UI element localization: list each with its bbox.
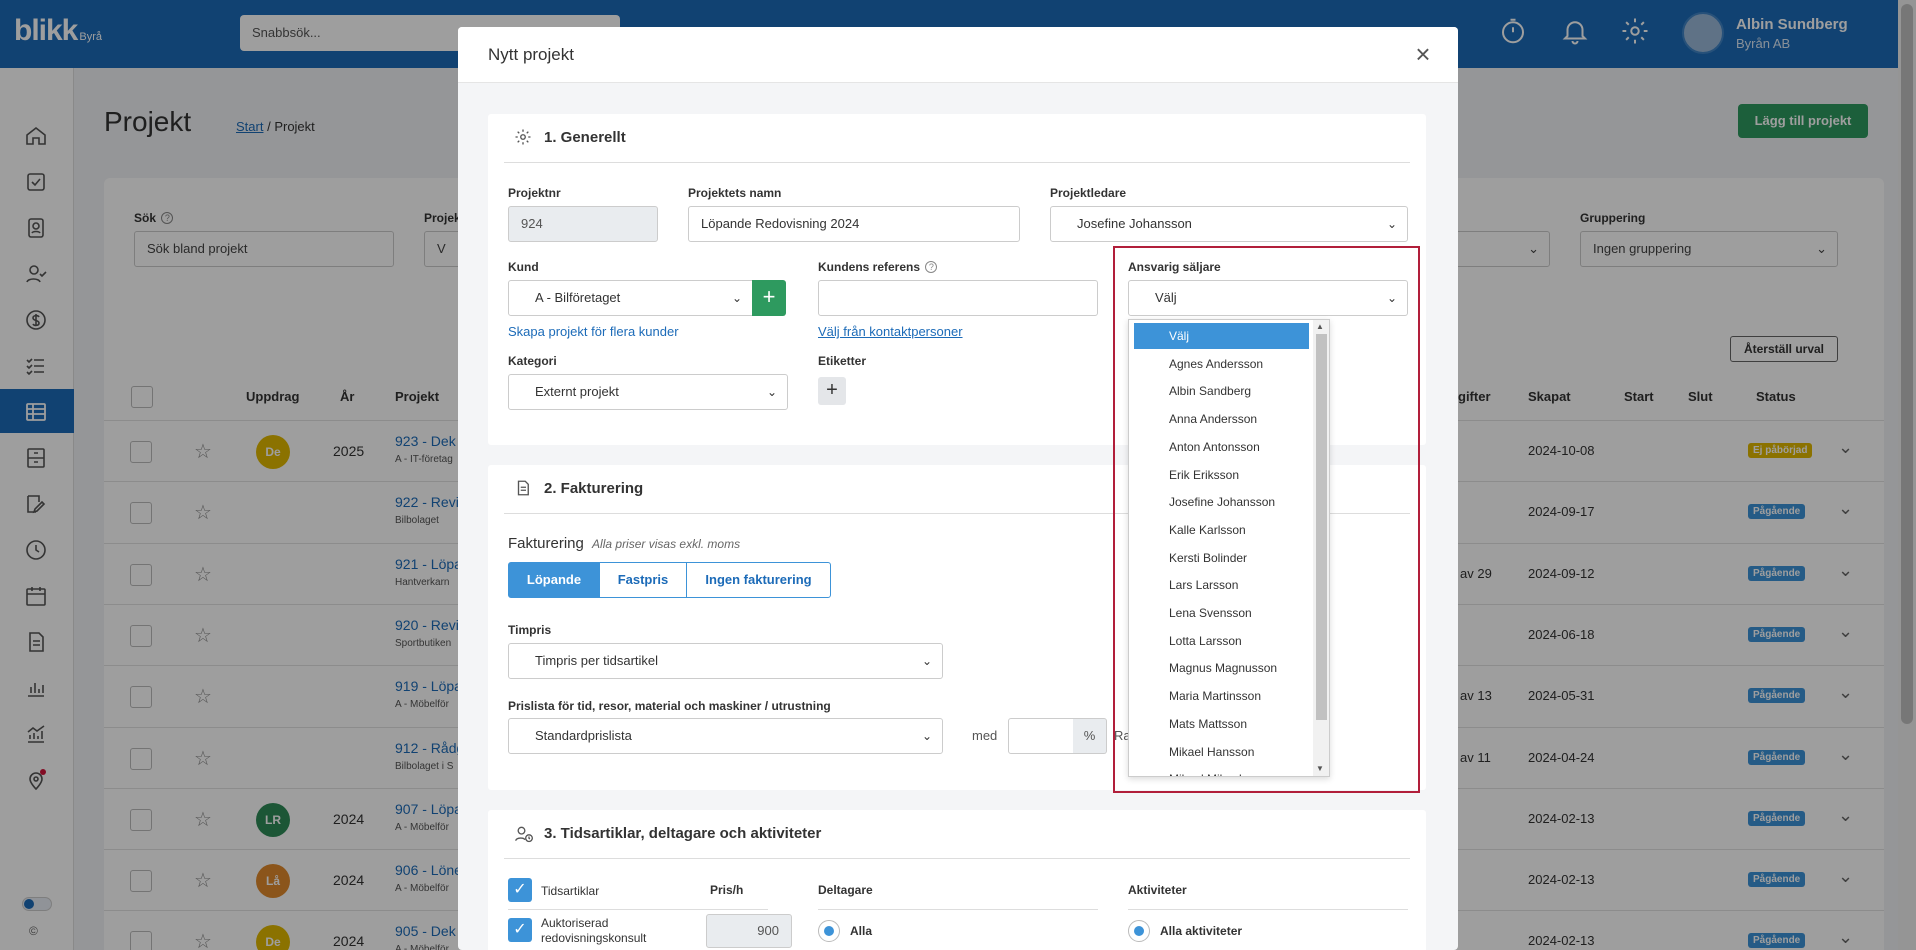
item-price-field[interactable]: 900 [706, 914, 792, 948]
chevron-down-icon: ⌄ [731, 291, 742, 305]
dropdown-option[interactable]: Agnes Andersson [1134, 351, 1309, 377]
chevron-down-icon: ⌄ [921, 654, 932, 668]
section-header: 1. Generellt [504, 114, 1410, 163]
billing-fastpris-button[interactable]: Fastpris [599, 562, 687, 598]
close-icon[interactable]: × [1408, 39, 1438, 69]
dropdown-option[interactable]: Lars Larsson [1134, 572, 1309, 598]
dropdown-option[interactable]: Lena Svensson [1134, 600, 1309, 626]
saljare-dropdown-list[interactable]: Välj Agnes Andersson Albin Sandberg Anna An… [1128, 319, 1330, 777]
dropdown-option[interactable]: Erik Eriksson [1134, 462, 1309, 488]
modal-header: Nytt projekt × [458, 27, 1458, 83]
chevron-down-icon: ⌄ [766, 385, 777, 399]
section-title: 3. Tidsartiklar, deltagare och aktivitet… [544, 825, 822, 842]
prish-label: Pris/h [710, 883, 744, 897]
kategori-label: Kategori [508, 354, 557, 368]
projektledare-select[interactable]: Josefine Johansson ⌄ [1050, 206, 1408, 242]
item-checkbox[interactable]: ✓ [508, 918, 532, 942]
prislista-label: Prislista för tid, resor, material och m… [508, 699, 831, 713]
divider [1128, 909, 1408, 910]
projektledare-label: Projektledare [1050, 186, 1127, 200]
dropdown-option[interactable]: Mikael Mikaelsson [1134, 766, 1309, 776]
users-clock-icon [515, 826, 533, 843]
kategori-select[interactable]: Externt projekt ⌄ [508, 374, 788, 410]
dropdown-option[interactable]: Mikael Hansson [1134, 739, 1309, 765]
multi-customer-link[interactable]: Skapa projekt för flera kunder [508, 324, 679, 339]
discount-input[interactable] [1008, 718, 1074, 754]
chevron-down-icon: ⌄ [1386, 217, 1397, 231]
kund-label: Kund [508, 260, 539, 274]
dropdown-option[interactable]: Albin Sandberg [1134, 378, 1309, 404]
add-customer-button[interactable]: + [752, 280, 786, 316]
deltagare-label: Deltagare [818, 883, 873, 897]
dropdown-option[interactable]: Maria Martinsson [1134, 683, 1309, 709]
dropdown-option[interactable]: Kalle Karlsson [1134, 517, 1309, 543]
chevron-down-icon: ⌄ [921, 729, 932, 743]
projektnr-field: 924 [508, 206, 658, 242]
dropdown-option[interactable]: Välj [1134, 323, 1309, 349]
section-title: 1. Generellt [544, 129, 626, 146]
divider [818, 909, 1098, 910]
scroll-up-icon[interactable]: ▲ [1316, 322, 1324, 331]
section-header: 3. Tidsartiklar, deltagare och aktivitet… [504, 810, 1410, 859]
percent-addon: % [1073, 718, 1107, 754]
dropdown-option[interactable]: Mats Mattsson [1134, 711, 1309, 737]
referens-label: Kundens referens ? [818, 260, 938, 274]
aktiviteter-alla-label: Alla aktiviteter [1160, 924, 1243, 938]
billing-ingen-button[interactable]: Ingen fakturering [686, 562, 831, 598]
tidsartiklar-checkbox[interactable]: ✓ [508, 878, 532, 902]
dropdown-option[interactable]: Magnus Magnusson [1134, 655, 1309, 681]
etiketter-label: Etiketter [818, 354, 867, 368]
divider [508, 909, 768, 910]
help-icon: ? [925, 261, 938, 273]
timpris-select[interactable]: Timpris per tidsartikel ⌄ [508, 643, 943, 679]
projektnamn-field[interactable]: Löpande Redovisning 2024 [688, 206, 1020, 242]
fakturering-heading: Fakturering Alla priser visas exkl. moms [508, 535, 741, 552]
dropdown-option[interactable]: Kersti Bolinder [1134, 545, 1309, 571]
gear-icon [515, 129, 531, 145]
section-time-items: 3. Tidsartiklar, deltagare och aktivitet… [488, 810, 1426, 950]
projektnamn-label: Projektets namn [688, 186, 782, 200]
tidsartiklar-label: Tidsartiklar [541, 884, 600, 898]
dropdown-scrollbar-thumb[interactable] [1316, 334, 1327, 720]
section-title: 2. Fakturering [544, 480, 644, 497]
billing-lopande-button[interactable]: Löpande [508, 562, 600, 598]
document-icon [517, 480, 529, 496]
kund-select[interactable]: A - Bilföretaget ⌄ [508, 280, 753, 316]
scroll-down-icon[interactable]: ▼ [1316, 764, 1324, 773]
med-label: med [972, 728, 998, 743]
dropdown-option[interactable]: Josefine Johansson [1134, 489, 1309, 515]
projektnr-label: Projektnr [508, 186, 561, 200]
add-tag-button[interactable]: + [818, 377, 846, 405]
modal-title: Nytt projekt [488, 45, 574, 64]
aktiviteter-alla-radio[interactable] [1128, 920, 1150, 942]
dropdown-option[interactable]: Lotta Larsson [1134, 628, 1309, 654]
aktiviteter-label: Aktiviteter [1128, 883, 1187, 897]
dropdown-option[interactable]: Anna Andersson [1134, 406, 1309, 432]
timpris-label: Timpris [508, 623, 552, 637]
deltagare-alla-radio[interactable] [818, 920, 840, 942]
item-name: Auktoriserad redovisningskonsult [541, 916, 647, 945]
prislista-select[interactable]: Standardprislista ⌄ [508, 718, 943, 754]
deltagare-alla-label: Alla [850, 924, 873, 938]
referens-input[interactable] [818, 280, 1098, 316]
contact-person-link[interactable]: Välj från kontaktpersoner [818, 324, 963, 339]
dropdown-option[interactable]: Anton Antonsson [1134, 434, 1309, 460]
